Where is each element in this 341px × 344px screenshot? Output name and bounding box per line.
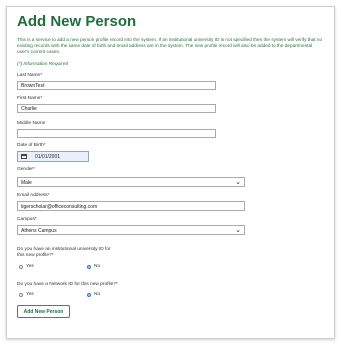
page-title: Add New Person — [17, 13, 137, 30]
dob-value: 01/01/2001 — [35, 154, 61, 160]
network-id-question: Do you have a Network ID for this new pr… — [17, 282, 118, 287]
email-label: Email Address* — [17, 193, 50, 198]
campus-select[interactable]: Athens Campus ⌄ — [17, 225, 245, 235]
network-id-yes-label: Yes — [26, 292, 34, 297]
network-id-yes-radio[interactable] — [19, 293, 23, 297]
university-id-no-radio[interactable] — [87, 265, 91, 269]
first-name-label: First Name* — [17, 96, 43, 101]
page-description: This is a service to add a new person pr… — [17, 37, 323, 54]
last-name-label: Last Name* — [17, 73, 43, 78]
add-new-person-button[interactable]: Add New Person — [17, 305, 70, 318]
email-input[interactable]: tigerscholar@officeconsulting.com — [17, 201, 245, 211]
dob-input[interactable]: 01/01/2001 — [17, 151, 89, 162]
middle-name-label: Middle Name — [17, 121, 46, 126]
network-id-no-radio[interactable] — [87, 293, 91, 297]
campus-value: Athens Campus — [21, 228, 57, 234]
university-id-yes-radio[interactable] — [19, 265, 23, 269]
form-panel — [6, 6, 335, 339]
required-note: (*) Information Required — [17, 62, 69, 67]
gender-select[interactable]: Male ⌄ — [17, 177, 245, 187]
university-id-question-line2: this new profile?* — [17, 253, 54, 258]
campus-label: Campus* — [17, 217, 37, 222]
gender-label: Gender* — [17, 167, 35, 172]
gender-value: Male — [21, 180, 32, 186]
chevron-down-icon: ⌄ — [235, 227, 241, 234]
middle-name-input[interactable] — [17, 129, 216, 138]
dob-label: Date of Birth* — [17, 143, 46, 148]
first-name-input[interactable]: Charlie — [17, 104, 216, 113]
university-id-question: Do you have an institutional university … — [17, 247, 111, 259]
university-id-yes-label: Yes — [26, 264, 34, 269]
network-id-no-label: No — [94, 292, 101, 297]
last-name-input[interactable]: BrownTest — [17, 81, 216, 90]
chevron-down-icon: ⌄ — [235, 179, 241, 186]
university-id-no-label: No — [94, 264, 101, 269]
calendar-icon[interactable] — [21, 154, 27, 159]
